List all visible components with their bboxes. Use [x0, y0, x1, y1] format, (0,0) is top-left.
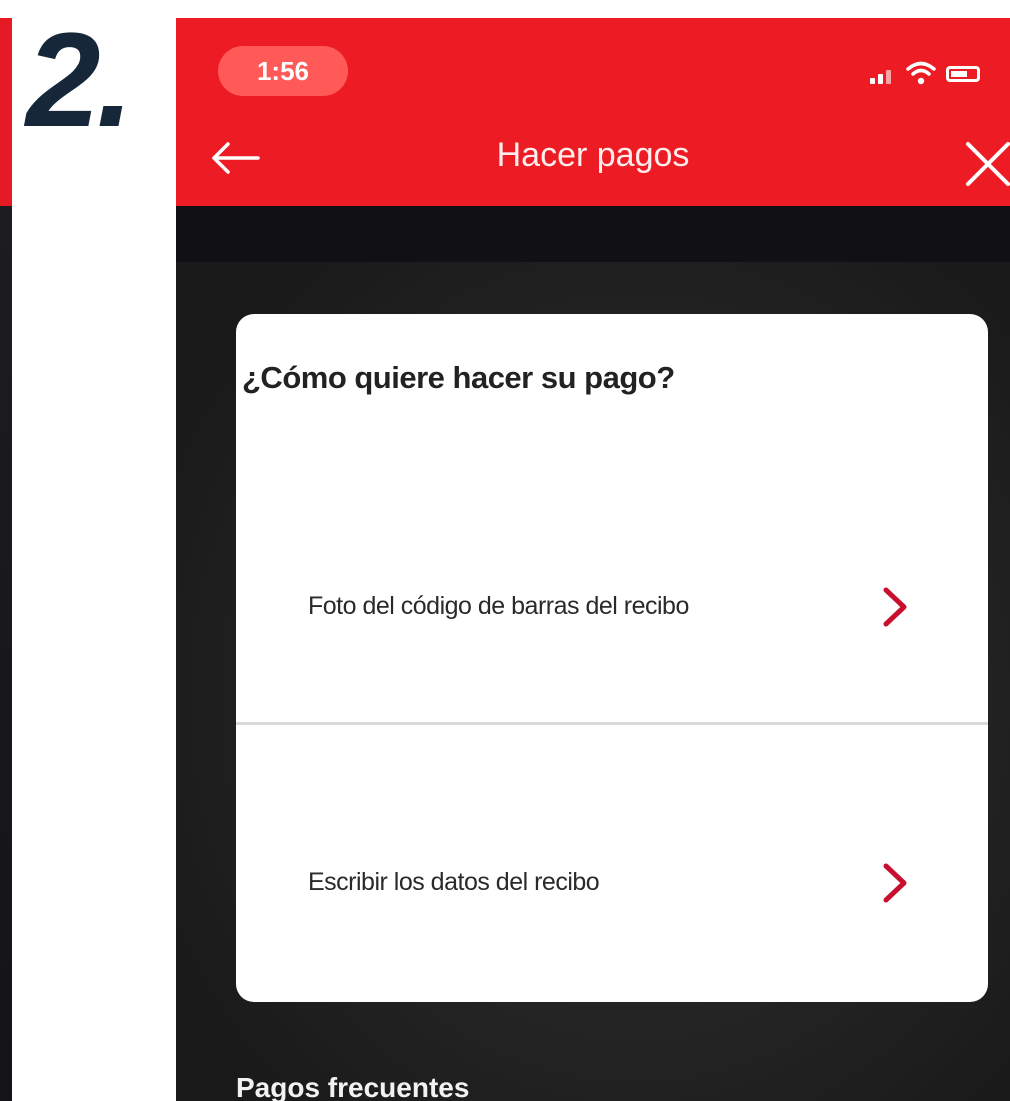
- chevron-right-icon: [883, 587, 907, 627]
- adjacent-screenshot-header: [0, 18, 12, 206]
- option-label: Foto del código de barras del recibo: [308, 592, 689, 620]
- adjacent-screenshot-body: [0, 206, 12, 1101]
- option-enter-receipt-data[interactable]: Escribir los datos del recibo: [236, 808, 988, 958]
- signal-bar-1: [870, 78, 875, 84]
- battery-icon: [946, 66, 980, 82]
- status-time: 1:56: [218, 46, 348, 96]
- signal-bar-2: [878, 74, 883, 84]
- phone-screen: 1:56 Hacer pagos ¿Cómo quiere hacer su p…: [176, 18, 1010, 1101]
- chevron-right-icon: [883, 863, 907, 903]
- option-label: Escribir los datos del recibo: [308, 868, 600, 896]
- close-icon[interactable]: [960, 138, 1010, 188]
- frequent-payments-title: Pagos frecuentes: [236, 1072, 470, 1101]
- step-number: 2.: [26, 6, 134, 155]
- background-top-band: [176, 206, 1010, 262]
- option-barcode-photo[interactable]: Foto del código de barras del recibo: [236, 532, 988, 682]
- signal-bar-3: [886, 70, 891, 84]
- page-title: Hacer pagos: [496, 136, 690, 174]
- app-header: 1:56 Hacer pagos: [176, 18, 1010, 206]
- status-icons: [850, 58, 1010, 88]
- battery-level: [951, 71, 967, 77]
- payment-question: ¿Cómo quiere hacer su pago?: [242, 360, 675, 395]
- wifi-icon: [906, 61, 936, 85]
- payment-method-card: ¿Cómo quiere hacer su pago? Foto del cód…: [236, 314, 988, 1002]
- divider: [236, 722, 988, 725]
